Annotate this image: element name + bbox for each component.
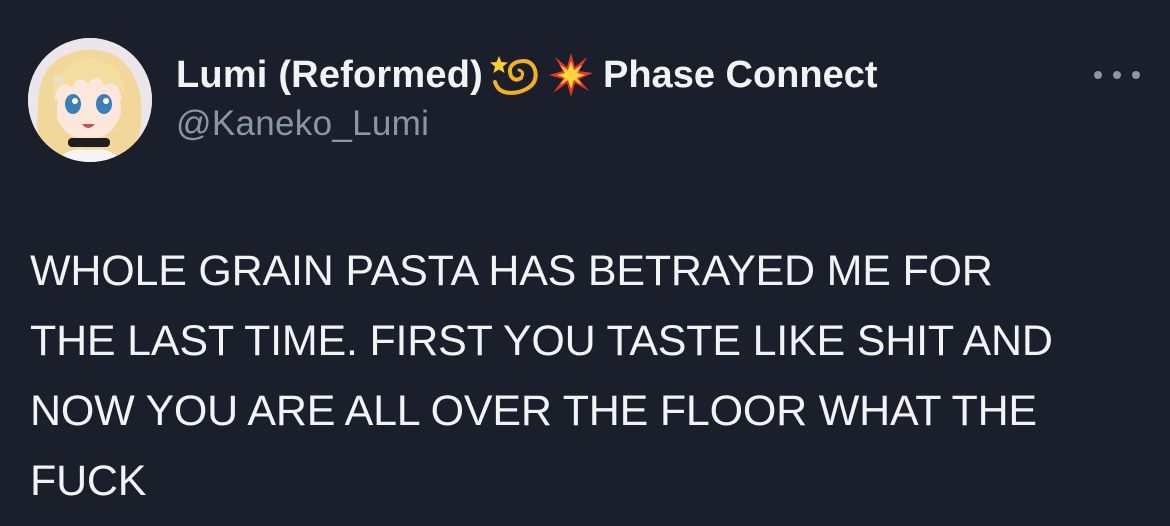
dizzy-icon [489, 52, 543, 98]
affiliation-name[interactable]: Phase Connect [603, 54, 878, 97]
more-dot [1113, 71, 1121, 79]
tweet-card: Lumi (Reformed) Phase Connect @Kaneko_Lu… [0, 0, 1170, 526]
tweet-text-line: WHOLE GRAIN PASTA HAS BETRAYED ME FOR [30, 247, 993, 295]
tweet-text: WHOLE GRAIN PASTA HAS BETRAYED ME FOR TH… [30, 236, 1140, 516]
tweet-text-line: FUCK [30, 457, 147, 505]
display-name[interactable]: Lumi (Reformed) [176, 54, 483, 97]
avatar-image [28, 38, 152, 162]
author-name-row: Lumi (Reformed) Phase Connect [176, 52, 878, 98]
collision-icon [549, 53, 593, 97]
tweet-text-line: NOW YOU ARE ALL OVER THE FLOOR WHAT THE [30, 387, 1037, 435]
more-dot [1094, 71, 1102, 79]
avatar[interactable] [28, 38, 152, 162]
more-dot [1132, 71, 1140, 79]
tweet-text-line: THE LAST TIME. FIRST YOU TASTE LIKE SHIT… [30, 317, 1053, 365]
tweet-header: Lumi (Reformed) Phase Connect @Kaneko_Lu… [176, 52, 878, 144]
more-options-icon[interactable] [1094, 60, 1140, 90]
author-handle[interactable]: @Kaneko_Lumi [176, 104, 878, 144]
